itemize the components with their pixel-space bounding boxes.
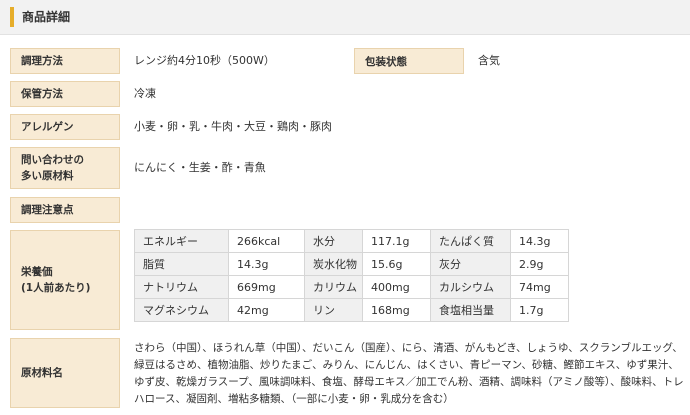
- nutrition-row: マグネシウム 42mg リン 168mg 食塩相当量 1.7g: [134, 298, 569, 322]
- nutrient-value: 15.6g: [362, 252, 431, 276]
- allergen-value: 小麦・卵・乳・牛肉・大豆・鶏肉・豚肉: [134, 120, 332, 133]
- nutrient-value: 669mg: [228, 275, 305, 299]
- packaging-value: 含気: [478, 54, 500, 67]
- nutrient-name: カリウム: [304, 275, 363, 299]
- nutrient-name: 水分: [304, 229, 363, 253]
- storage-value: 冷凍: [134, 87, 156, 100]
- nutrient-value: 14.3g: [228, 252, 305, 276]
- nutrient-value: 1.7g: [510, 298, 569, 322]
- nutrient-value: 74mg: [510, 275, 569, 299]
- inquiry-ingredients-label: 問い合わせの 多い原材料: [10, 147, 120, 189]
- nutrient-name: 炭水化物: [304, 252, 363, 276]
- nutrient-name: 食塩相当量: [430, 298, 511, 322]
- section-title: 商品詳細: [22, 10, 71, 24]
- nutrition-row: 脂質 14.3g 炭水化物 15.6g 灰分 2.9g: [134, 252, 569, 276]
- nutrient-name: 脂質: [134, 252, 229, 276]
- nutrient-value: 266kcal: [228, 229, 305, 253]
- header-accent-bar: [10, 7, 14, 27]
- ingredients-value: さわら（中国）、ほうれん草（中国）、だいこん（国産）、にら、清酒、がんもどき、し…: [134, 342, 684, 405]
- storage-label: 保管方法: [10, 81, 120, 107]
- nutrient-value: 168mg: [362, 298, 431, 322]
- nutrition-label: 栄養価 (1人前あたり): [10, 230, 120, 330]
- inquiry-label-line2: 多い原材料: [21, 170, 74, 182]
- nutrition-label-line1: 栄養価: [21, 266, 53, 278]
- nutrient-name: エネルギー: [134, 229, 229, 253]
- nutrient-name: たんぱく質: [430, 229, 511, 253]
- cooking-method-value: レンジ約4分10秒（500W）: [134, 54, 275, 67]
- packaging-label: 包装状態: [354, 48, 464, 74]
- section-header: 商品詳細: [0, 0, 690, 35]
- allergen-label: アレルゲン: [10, 114, 120, 140]
- nutrient-name: マグネシウム: [134, 298, 229, 322]
- nutrition-row: ナトリウム 669mg カリウム 400mg カルシウム 74mg: [134, 275, 569, 299]
- nutrient-value: 2.9g: [510, 252, 569, 276]
- nutrient-value: 400mg: [362, 275, 431, 299]
- nutrient-value: 42mg: [228, 298, 305, 322]
- nutrient-value: 117.1g: [362, 229, 431, 253]
- nutrient-name: 灰分: [430, 252, 511, 276]
- inquiry-label-line1: 問い合わせの: [21, 154, 84, 166]
- cooking-caution-label: 調理注意点: [10, 197, 120, 223]
- cooking-method-label: 調理方法: [10, 48, 120, 74]
- nutrient-name: リン: [304, 298, 363, 322]
- nutrient-name: カルシウム: [430, 275, 511, 299]
- nutrition-row: エネルギー 266kcal 水分 117.1g たんぱく質 14.3g: [134, 229, 569, 253]
- ingredients-label: 原材料名: [10, 338, 120, 408]
- nutrition-table: エネルギー 266kcal 水分 117.1g たんぱく質 14.3g 脂質 14.3g 炭水化…: [134, 229, 569, 322]
- nutrient-name: ナトリウム: [134, 275, 229, 299]
- nutrition-label-line2: (1人前あたり): [21, 282, 91, 294]
- inquiry-ingredients-value: にんにく・生姜・酢・青魚: [134, 161, 266, 174]
- nutrient-value: 14.3g: [510, 229, 569, 253]
